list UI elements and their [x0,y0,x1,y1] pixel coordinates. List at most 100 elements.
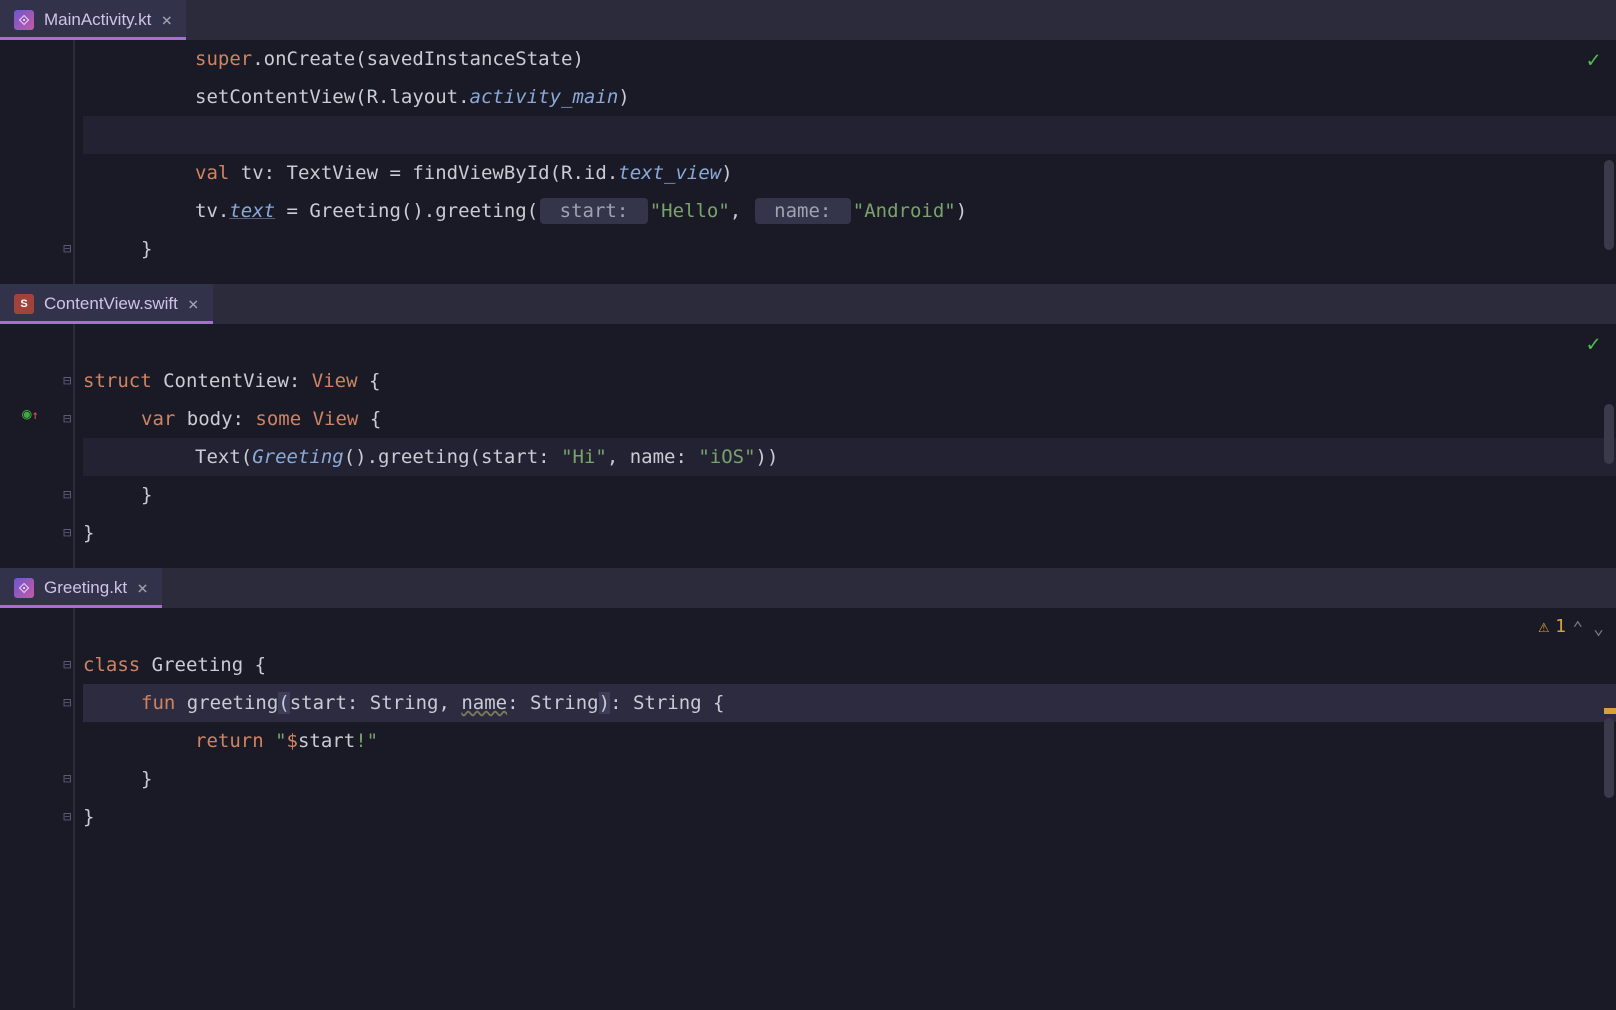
editor-pane-3: ⟐ Greeting.kt × ⚠ 1 ⌃ ⌄ ⊟class Greeting … [0,568,1616,1008]
code-token: "Android" [853,200,956,222]
close-icon[interactable]: × [161,10,172,31]
code-line[interactable]: ⊟} [83,514,1616,552]
close-icon[interactable]: × [137,578,148,599]
code-line[interactable]: return "$start!" [83,722,1616,760]
tab-content-view[interactable]: S ContentView.swift × [0,284,213,324]
code-token: Greeting [252,446,344,468]
code-line[interactable] [83,116,1616,154]
code-token: , name: [607,446,699,468]
code-token: tv: TextView = findViewById(R.id. [241,162,619,184]
code-line[interactable]: ⊟var body: some View { [83,400,1616,438]
code-token: greeting [187,692,279,714]
scrollbar-thumb[interactable] [1604,160,1614,250]
code-token: { [358,370,381,392]
fold-toggle-icon[interactable]: ⊟ [63,525,71,541]
code-area[interactable]: ⚠ 1 ⌃ ⌄ ⊟class Greeting {⊟fun greeting(s… [75,608,1616,1008]
code-line[interactable]: ⊟struct ContentView: View { [83,362,1616,400]
code-line[interactable]: ⊟} [83,476,1616,514]
code-token: start: String, [290,692,462,714]
scrollbar-thumb[interactable] [1604,718,1614,798]
tab-bar: ⟐ Greeting.kt × [0,568,1616,608]
tab-main-activity[interactable]: ⟐ MainActivity.kt × [0,0,186,40]
code-line[interactable]: ⊟fun greeting(start: String, name: Strin… [83,684,1616,722]
tab-bar: ⟐ MainActivity.kt × [0,0,1616,40]
kotlin-file-icon: ⟐ [14,10,34,30]
code-area[interactable]: ✓ super.onCreate(savedInstanceState)setC… [75,40,1616,284]
code-token: name: [755,198,851,224]
code-token: } [141,768,152,790]
code-line[interactable] [83,324,1616,362]
code-token: tv. [195,200,229,222]
code-token: ) [618,86,629,108]
code-line[interactable]: ⊟class Greeting { [83,646,1616,684]
tab-greeting[interactable]: ⟐ Greeting.kt × [0,568,162,608]
fold-toggle-icon[interactable]: ⊟ [63,411,71,427]
code-area[interactable]: ✓ ⊟struct ContentView: View {⊟var body: … [75,324,1616,568]
tab-title: MainActivity.kt [44,10,151,30]
editor-pane-2: S ContentView.swift × ◉↑ ✓ ⊟struct Conte… [0,284,1616,568]
code-editor[interactable]: ✓ super.onCreate(savedInstanceState)setC… [0,40,1616,284]
swift-file-icon: S [14,294,34,314]
code-token: ContentView: [163,370,312,392]
fold-toggle-icon[interactable]: ⊟ [63,487,71,503]
code-line[interactable]: super.onCreate(savedInstanceState) [83,40,1616,78]
code-token: fun [141,692,187,714]
run-line-marker-icon[interactable]: ◉↑ [22,404,39,423]
code-token: } [141,238,152,260]
code-token: start [298,730,355,752]
code-token: )) [756,446,779,468]
fold-toggle-icon[interactable]: ⊟ [63,771,71,787]
code-token: super [195,48,252,70]
fold-toggle-icon[interactable]: ⊟ [63,695,71,711]
scrollbar[interactable] [1602,324,1616,568]
tab-bar: S ContentView.swift × [0,284,1616,324]
scrollbar-thumb[interactable] [1604,404,1614,464]
editor-pane-1: ⟐ MainActivity.kt × ✓ super.onCreate(sav… [0,0,1616,284]
code-editor[interactable]: ⚠ 1 ⌃ ⌄ ⊟class Greeting {⊟fun greeting(s… [0,608,1616,1008]
code-token: body: [187,408,256,430]
code-token: " [275,730,286,752]
fold-toggle-icon[interactable]: ⊟ [63,657,71,673]
code-token: View [312,370,358,392]
scrollbar[interactable] [1602,40,1616,284]
code-token: val [195,162,241,184]
code-line[interactable]: Text(Greeting().greeting(start: "Hi", na… [83,438,1616,476]
code-token: "Hello" [650,200,730,222]
code-token: var [141,408,187,430]
kotlin-file-icon: ⟐ [14,578,34,598]
code-line[interactable]: ⊟} [83,760,1616,798]
code-token: ( [278,692,289,714]
code-token: class [83,654,152,676]
code-token: return [195,730,275,752]
code-token: start: [540,198,648,224]
code-token: !" [355,730,378,752]
code-line[interactable]: val tv: TextView = findViewById(R.id.tex… [83,154,1616,192]
fold-toggle-icon[interactable]: ⊟ [63,373,71,389]
code-line[interactable] [83,608,1616,646]
warning-stripe[interactable] [1604,708,1616,714]
code-token: : String [507,692,599,714]
code-token: Text( [195,446,252,468]
tab-title: ContentView.swift [44,294,178,314]
code-token: activity_main [470,86,619,108]
tab-title: Greeting.kt [44,578,127,598]
code-token: = Greeting().greeting( [275,200,538,222]
fold-toggle-icon[interactable]: ⊟ [63,241,71,257]
code-token: $ [287,730,298,752]
code-token: , [730,200,753,222]
code-token: name [461,692,507,714]
scrollbar[interactable] [1602,608,1616,1008]
code-token: "Hi" [561,446,607,468]
code-editor[interactable]: ◉↑ ✓ ⊟struct ContentView: View {⊟var bod… [0,324,1616,568]
code-token: ) [956,200,967,222]
code-token: ) [721,162,732,184]
code-line[interactable]: ⊟} [83,230,1616,268]
close-icon[interactable]: × [188,294,199,315]
code-token: ) [599,692,610,714]
fold-toggle-icon[interactable]: ⊟ [63,809,71,825]
code-token: Greeting { [152,654,266,676]
code-line[interactable]: tv.text = Greeting().greeting( start: "H… [83,192,1616,230]
code-token: setContentView(R.layout. [195,86,470,108]
code-line[interactable]: ⊟} [83,798,1616,836]
code-line[interactable]: setContentView(R.layout.activity_main) [83,78,1616,116]
